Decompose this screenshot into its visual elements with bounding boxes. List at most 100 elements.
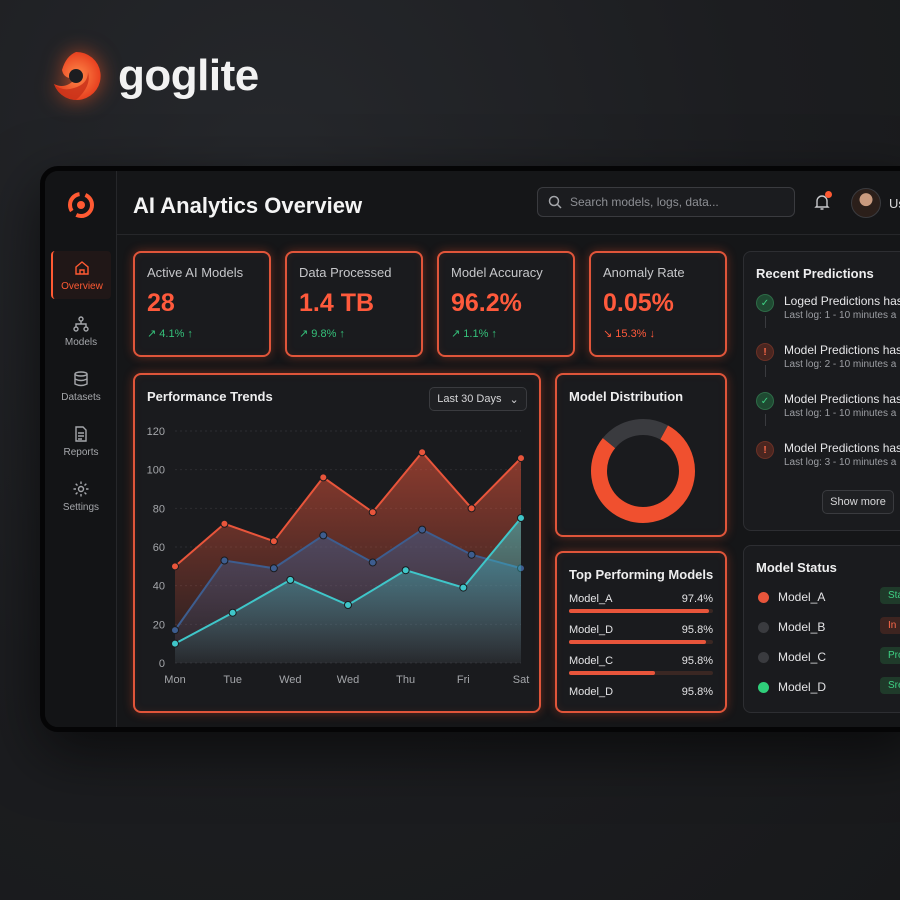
avatar[interactable] [851,188,881,218]
y-tick-label: 60 [153,542,165,554]
page-title: AI Analytics Overview [133,193,363,218]
kpi-delta: ↘ 15.3% ↓ [603,328,656,340]
search-input[interactable] [570,195,780,209]
status-badge: Pro [880,647,900,664]
data-point [517,514,525,522]
kpi-label: Model Accuracy [451,265,543,280]
notification-badge [825,191,832,198]
kpi-card-active-models[interactable]: Active AI Models 28 ↗ 4.1% ↑ [133,251,271,357]
data-point [171,639,179,648]
performance-trends-card: Performance Trends Last 30 Days ⌄ 0 20 40 6… [133,373,541,713]
x-tick-label: Wed [337,674,359,686]
sidebar-item-label: Settings [62,501,100,513]
data-point [319,531,328,540]
model-distribution-card: Model Distribution [555,373,727,537]
progress-bar [569,640,713,644]
sidebar: Overview Models Datasets Reports Setting… [45,171,117,727]
kpi-delta: ↗ 4.1% ↑ [147,328,193,340]
user-name[interactable]: Us [889,196,900,211]
model-status-row[interactable]: Model_D Sre [756,677,900,698]
check-icon: ✓ [756,392,774,410]
performance-chart: 0 20 40 60 80 100 120 Mon Tue Wed Wed Thu Fri Sat [147,426,530,686]
kpi-delta: ↗ 1.1% ↑ [451,328,497,340]
data-point [319,473,328,482]
data-point [418,448,427,457]
kpi-card-anomaly-rate[interactable]: Anomaly Rate 0.05% ↘ 15.3% ↓ [589,251,727,357]
kpi-card-model-accuracy[interactable]: Model Accuracy 96.2% ↗ 1.1% ↑ [437,251,575,357]
status-dot [758,652,769,663]
data-point [220,519,229,528]
kpi-label: Active AI Models [147,265,244,280]
prediction-item[interactable]: ! Model Predictions has Last log: 2 - 10 m… [756,341,900,381]
app-window: Overview Models Datasets Reports Setting… [40,166,900,732]
swirl-logo-icon [54,51,101,100]
sidebar-item-reports[interactable]: Reports [51,417,111,465]
kpi-value: 28 [147,289,175,317]
kpi-label: Anomaly Rate [603,265,685,280]
prediction-item[interactable]: ✓ Model Predictions has Last log: 1 - 10 m… [756,390,900,430]
data-point [344,601,352,609]
brand: goglite [48,48,259,104]
home-icon [75,260,89,275]
prediction-timestamp: Last log: 3 - 10 minutes a [784,457,897,468]
timeline-connector [765,365,766,377]
card-title: Model Status [756,560,837,575]
prediction-title: Model Predictions has [784,343,900,357]
data-point [171,626,179,635]
model-status-row[interactable]: Model_B In [756,617,900,638]
progress-fill [569,671,656,675]
hierarchy-icon [73,315,89,332]
card-title: Top Performing Models [569,567,714,582]
search-box[interactable] [537,187,795,217]
sidebar-item-datasets[interactable]: Datasets [51,362,111,410]
timeline-connector [765,316,766,328]
y-tick-label: 100 [147,465,165,477]
x-tick-label: Wed [279,674,301,686]
gear-icon [73,481,89,496]
data-point [228,608,237,617]
check-icon: ✓ [756,294,774,312]
model-name: Model_A [778,590,826,604]
prediction-item[interactable]: ! Model Predictions has Last log: 3 - 10 m… [756,439,900,479]
x-tick-label: Mon [164,674,185,686]
data-point [220,556,229,565]
card-title: Recent Predictions [756,266,874,281]
sidebar-item-overview[interactable]: Overview [51,251,111,299]
donut-slice [602,419,668,449]
sidebar-item-models[interactable]: Models [51,307,111,355]
error-icon: ! [756,343,774,361]
y-tick-label: 20 [153,619,165,631]
prediction-timestamp: Last log: 2 - 10 minutes a [784,359,897,370]
status-dot [758,622,769,633]
data-point [467,504,476,513]
date-range-dropdown[interactable]: Last 30 Days ⌄ [429,387,527,411]
top-model-value: 95.8% [681,624,713,636]
sidebar-item-settings[interactable]: Settings [51,472,111,520]
model-status-row[interactable]: Model_A Sta [756,587,900,608]
model-status-row[interactable]: Model_C Pro [756,647,900,668]
status-dot [758,682,769,693]
data-point [286,575,295,584]
data-point [171,562,179,571]
top-model-value: 95.8% [681,686,713,698]
card-title: Performance Trends [147,389,273,404]
top-model-name: Model_D [569,624,614,636]
model-name: Model_B [778,620,826,634]
kpi-card-data-processed[interactable]: Data Processed 1.4 TB ↗ 9.8% ↑ [285,251,423,357]
data-point [517,454,525,463]
show-more-button[interactable]: Show more [822,490,894,514]
data-point [459,583,468,592]
progress-bar [569,609,713,613]
status-badge: In [880,617,900,634]
prediction-title: Loged Predictions has [784,294,900,308]
data-point [401,566,410,575]
status-badge: Sta [880,587,900,604]
top-model-name: Model_D [569,686,614,698]
sidebar-logo-icon [68,192,94,218]
distribution-donut-chart [591,419,695,523]
top-bar: AI Analytics Overview Us [117,171,900,235]
progress-bar [569,671,713,675]
prediction-item[interactable]: ✓ Loged Predictions has Last log: 1 - 10 m… [756,292,900,332]
recent-predictions-card: Recent Predictions ✓ Loged Predictions ha… [743,251,900,531]
kpi-value: 1.4 TB [299,289,375,317]
